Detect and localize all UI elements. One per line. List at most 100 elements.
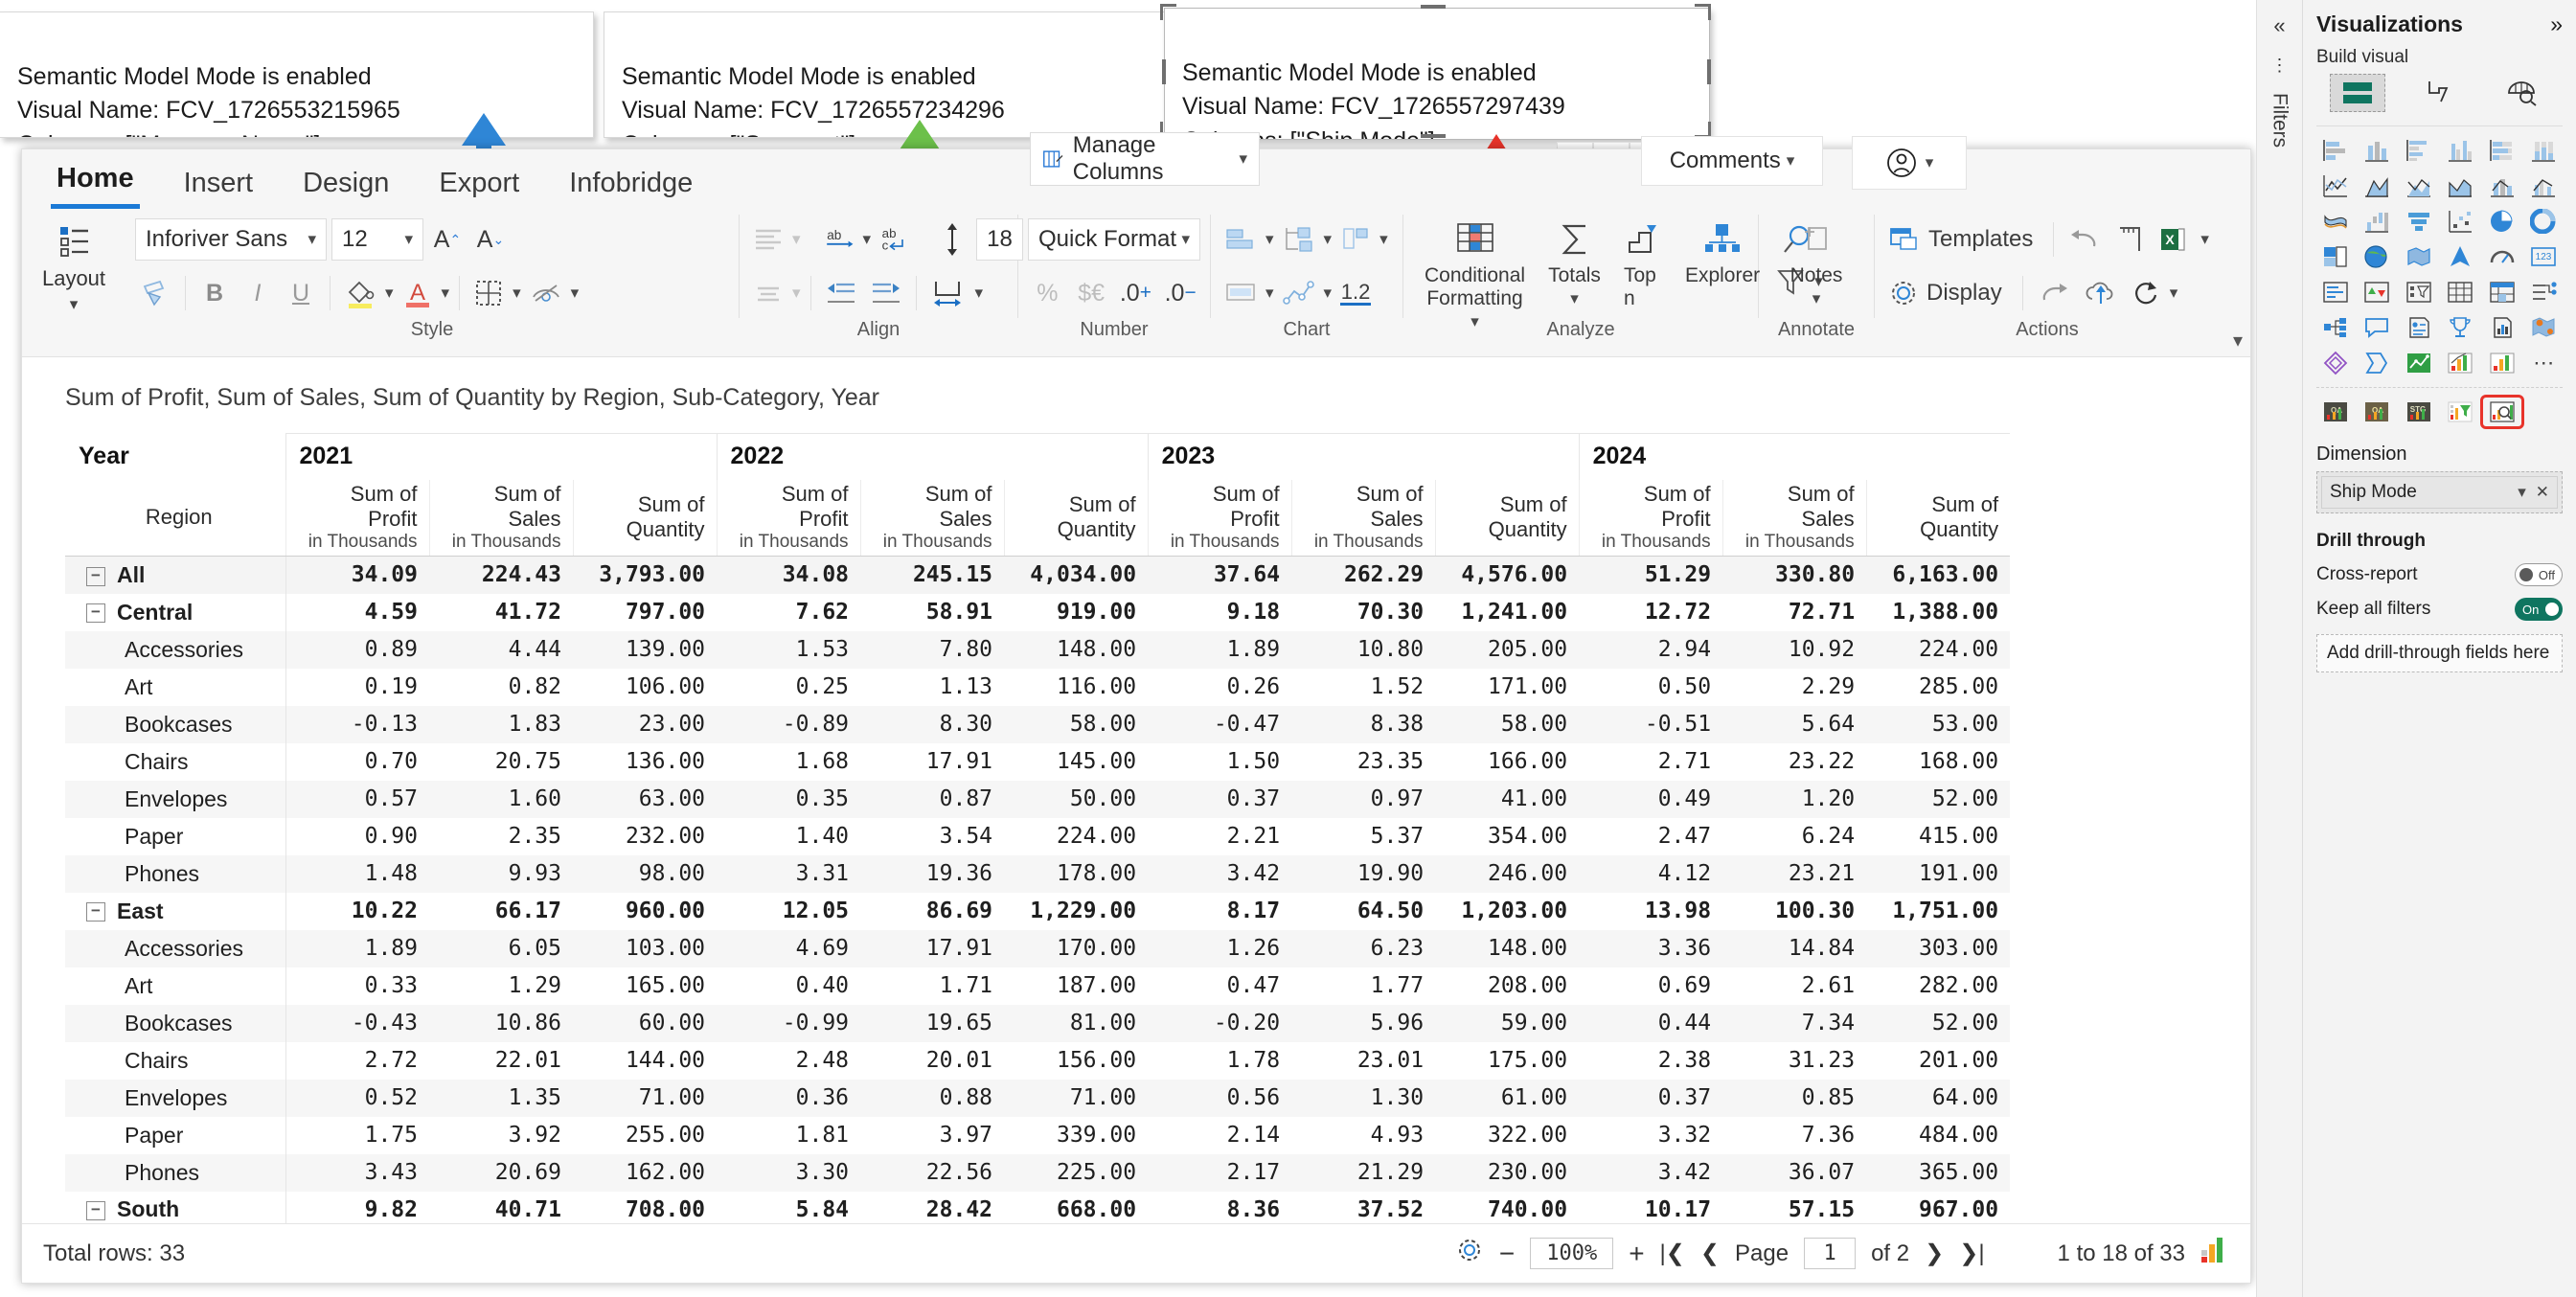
dimension-field-well[interactable]: Ship Mode ▾ ✕ [2316, 471, 2563, 513]
powerapps-icon[interactable] [2316, 349, 2355, 377]
percent-format-button[interactable]: % [1028, 271, 1066, 315]
data-cell[interactable]: 797.00 [573, 593, 718, 631]
tab-home[interactable]: Home [51, 163, 140, 209]
table-row[interactable]: Art 0.19 0.82 106.00 0.25 1.13 116.00 0.26 1.52 1… [65, 668, 2010, 706]
data-cell[interactable]: 1.50 [1148, 743, 1291, 781]
row-label-cell[interactable]: Envelopes [65, 780, 286, 818]
selection-handle-right-mid[interactable] [1707, 59, 1711, 84]
row-height-input[interactable]: 18 [976, 218, 1023, 261]
layout-chevron-icon[interactable]: ▾ [32, 295, 116, 314]
data-cell[interactable]: 14.84 [1722, 929, 1867, 967]
multi-row-card-icon[interactable] [2316, 278, 2355, 307]
data-cell[interactable]: 224.00 [1004, 818, 1148, 855]
data-cell[interactable]: 1.35 [429, 1079, 573, 1117]
data-cell[interactable]: 3.43 [285, 1153, 429, 1192]
cross-report-toggle[interactable]: Off [2515, 563, 2563, 586]
measure-header[interactable]: Sum of Sales in Thousands [1290, 479, 1436, 557]
data-cell[interactable]: 2.21 [1148, 818, 1291, 855]
table-row[interactable]: Accessories 1.89 6.05 103.00 4.69 17.91 170.00… [65, 929, 2011, 967]
data-cell[interactable]: 4.44 [429, 630, 573, 669]
row-label-cell[interactable]: Art [65, 668, 286, 706]
table-row[interactable]: Envelopes 0.57 1.60 63.00 0.35 0.87 50.00 0.37 0… [65, 780, 2011, 818]
data-cell[interactable]: 13.98 [1579, 892, 1723, 930]
chevron-down-icon[interactable]: ▾ [1812, 289, 1821, 308]
data-cell[interactable]: 0.26 [1148, 669, 1291, 706]
row-label-cell[interactable]: − East [65, 892, 286, 930]
data-cell[interactable]: 19.36 [860, 854, 1005, 893]
data-cell[interactable]: 1.75 [285, 1117, 429, 1154]
data-cell[interactable]: 2.35 [429, 818, 573, 855]
data-cell[interactable]: -0.43 [285, 1004, 429, 1042]
data-cell[interactable]: 52.00 [1866, 780, 2011, 818]
data-cell[interactable]: 1.26 [1148, 929, 1292, 967]
data-cell[interactable]: 9.93 [429, 854, 573, 893]
data-cell[interactable]: 1.83 [429, 705, 573, 743]
undo-button[interactable] [2063, 217, 2106, 262]
font-size-select[interactable]: 12 ▾ [331, 218, 423, 261]
data-cell[interactable]: 9.18 [1148, 593, 1292, 631]
data-cell[interactable]: 187.00 [1004, 967, 1148, 1005]
data-cell[interactable]: 1.77 [1291, 967, 1435, 1005]
chevron-down-icon[interactable]: ▾ [1265, 284, 1274, 303]
data-cell[interactable]: 4.69 [717, 929, 861, 967]
inforiver-filter-icon[interactable] [2442, 398, 2480, 426]
map-globe-icon[interactable] [2359, 242, 2397, 271]
measure-header[interactable]: Sum of Quantity [1865, 479, 2011, 557]
data-cell[interactable]: 1.89 [1148, 630, 1292, 669]
tab-analytics[interactable] [2494, 74, 2549, 112]
font-family-select[interactable]: Inforiver Sans ▾ [135, 218, 327, 261]
data-cell[interactable]: 5.96 [1291, 1004, 1436, 1042]
data-cell[interactable]: 4,576.00 [1435, 556, 1580, 594]
data-cell[interactable]: 166.00 [1435, 743, 1579, 781]
data-cell[interactable]: 86.69 [860, 892, 1005, 930]
data-cell[interactable]: 7.80 [860, 630, 1005, 669]
measure-header[interactable]: Sum of Quantity [1003, 479, 1149, 557]
data-cell[interactable]: 4.93 [1291, 1117, 1435, 1154]
data-cell[interactable]: 145.00 [1004, 743, 1148, 781]
data-cell[interactable]: 0.82 [429, 669, 573, 706]
column-width-button[interactable] [926, 271, 970, 315]
zoom-out-button[interactable]: − [1499, 1239, 1515, 1269]
data-cell[interactable]: 34.09 [285, 556, 429, 594]
measure-header[interactable]: Sum of Quantity [572, 479, 718, 557]
stacked-bar-chart-icon[interactable] [2316, 136, 2355, 165]
data-cell[interactable]: 23.21 [1722, 854, 1867, 893]
data-cell[interactable]: 415.00 [1866, 818, 2010, 855]
hundred-percent-bar-chart-icon[interactable] [2483, 136, 2521, 165]
table-row[interactable]: Paper 0.90 2.35 232.00 1.40 3.54 224.00 2.21 5.3… [65, 817, 2010, 855]
hide-visibility-button[interactable] [526, 271, 566, 315]
data-cell[interactable]: 10.86 [429, 1004, 573, 1042]
settings-gear-icon[interactable] [1455, 1236, 1484, 1271]
data-cell[interactable]: 191.00 [1866, 854, 2011, 893]
data-cell[interactable]: 12.05 [717, 892, 861, 930]
data-cell[interactable]: 10.22 [285, 892, 429, 930]
data-cell[interactable]: 59.00 [1435, 1004, 1580, 1042]
templates-button[interactable]: Templates [1884, 217, 2037, 262]
measure-header[interactable]: Sum of Profit in Thousands [285, 479, 429, 557]
data-cell[interactable]: 41.00 [1435, 780, 1580, 818]
bold-button[interactable]: B [195, 271, 234, 315]
row-label-cell[interactable]: Accessories [65, 630, 286, 669]
next-page-button[interactable]: ❯ [1925, 1240, 1944, 1267]
clustered-column-chart-icon[interactable] [2442, 136, 2480, 165]
data-cell[interactable]: 2.61 [1722, 967, 1866, 1005]
inforiver-matrix-icon[interactable] [2442, 349, 2480, 377]
azure-map-icon[interactable] [2525, 313, 2564, 342]
data-cell[interactable]: 8.17 [1148, 892, 1292, 930]
data-cell[interactable]: 37.64 [1148, 556, 1292, 594]
comments-button[interactable]: Comments ▾ [1641, 136, 1823, 186]
increase-font-size-button[interactable]: A ⌃ [428, 217, 467, 262]
row-label-cell[interactable]: Art [65, 967, 286, 1005]
decrease-font-size-button[interactable]: A ⌄ [471, 217, 510, 262]
data-cell[interactable]: 282.00 [1866, 967, 2010, 1005]
table-row[interactable]: Paper 1.75 3.92 255.00 1.81 3.97 339.00 2.14 4.9… [65, 1116, 2010, 1154]
data-cell[interactable]: 230.00 [1435, 1153, 1580, 1192]
prev-page-button[interactable]: ❮ [1700, 1240, 1720, 1267]
data-cell[interactable]: 64.50 [1291, 892, 1436, 930]
data-cell[interactable]: 81.00 [1004, 1004, 1149, 1042]
ribbon-expand-chevron-icon[interactable]: ▾ [2233, 329, 2243, 353]
decrease-decimal-button[interactable]: .0− [1161, 271, 1200, 315]
data-cell[interactable]: 2.47 [1579, 818, 1722, 855]
data-cell[interactable]: 51.29 [1579, 556, 1723, 594]
data-cell[interactable]: 3.36 [1579, 929, 1723, 967]
